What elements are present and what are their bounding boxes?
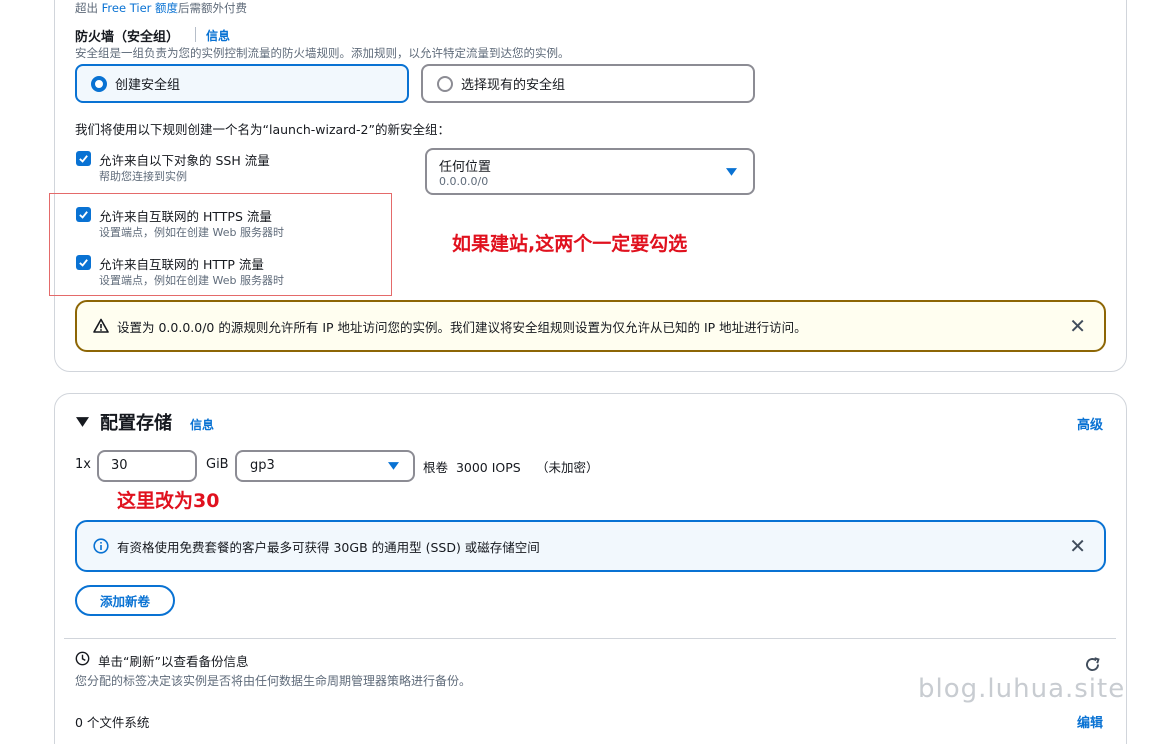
info-alert-text: 有资格使用免费套餐的客户最多可获得 30GB 的通用型 (SSD) 或磁存储空间 xyxy=(117,539,540,555)
close-icon[interactable]: ✕ xyxy=(1069,536,1086,556)
storage-info-link[interactable]: 信息 xyxy=(190,416,214,433)
file-systems-text: 0 个文件系统 xyxy=(75,715,150,730)
encryption-text: （未加密） xyxy=(536,460,599,475)
close-icon[interactable]: ✕ xyxy=(1069,316,1086,336)
collapse-caret-icon[interactable] xyxy=(76,417,89,428)
refresh-icon[interactable] xyxy=(1084,656,1101,673)
checkmark-icon xyxy=(79,155,88,163)
volume-type-value: gp3 xyxy=(250,458,275,473)
watermark: blog.luhua.site xyxy=(918,674,1126,704)
volume-size-value: 30 xyxy=(111,458,128,473)
storage-divider xyxy=(64,638,1116,639)
edit-link[interactable]: 编辑 xyxy=(1077,712,1103,731)
create-security-group-option[interactable]: 创建安全组 xyxy=(75,64,409,103)
warning-icon xyxy=(93,318,109,333)
https-rule-description: 设置端点，例如在创建 Web 服务器时 xyxy=(99,226,284,239)
backup-description: 您分配的标签决定该实例是否将由任何数据生命周期管理器策略进行备份。 xyxy=(75,674,472,688)
radio-selected-icon xyxy=(91,75,107,92)
ssh-rule-description: 帮助您连接到实例 xyxy=(99,170,187,183)
select-existing-security-group-label: 选择现有的安全组 xyxy=(461,78,566,93)
create-security-group-label: 创建安全组 xyxy=(115,78,181,93)
annotation-size-text: 这里改为30 xyxy=(117,490,220,512)
backup-title: 单击“刷新”以查看备份信息 xyxy=(98,654,249,669)
root-volume-text: 根卷 3000 IOPS xyxy=(423,460,521,475)
http-rule-label: 允许来自互联网的 HTTP 流量 xyxy=(99,257,264,272)
storage-title: 配置存储 xyxy=(100,413,172,434)
firewall-description: 安全组是一组负责为您的实例控制流量的防火墙规则。添加规则，以允许特定流量到达您的… xyxy=(75,46,570,60)
firewall-title-divider xyxy=(195,27,196,42)
ssh-source-select[interactable]: 任何位置 0.0.0.0/0 xyxy=(425,148,755,195)
clock-icon xyxy=(75,651,90,666)
checkmark-icon xyxy=(79,211,88,219)
http-rule-checkbox[interactable] xyxy=(76,255,91,270)
ssh-rule-checkbox[interactable] xyxy=(76,151,91,166)
select-existing-security-group-option[interactable]: 选择现有的安全组 xyxy=(421,64,755,103)
caret-down-icon xyxy=(726,168,737,176)
free-tier-note: 超出 Free Tier 额度后需额外付费 xyxy=(75,1,248,15)
annotation-web-text: 如果建站,这两个一定要勾选 xyxy=(452,233,688,255)
https-rule-checkbox[interactable] xyxy=(76,207,91,222)
add-volume-label: 添加新卷 xyxy=(99,594,150,609)
add-volume-button[interactable]: 添加新卷 xyxy=(75,585,175,616)
radio-unselected-icon xyxy=(437,75,453,92)
warning-alert: 设置为 0.0.0.0/0 的源规则允许所有 IP 地址访问您的实例。我们建议将… xyxy=(75,300,1106,352)
firewall-info-link[interactable]: 信息 xyxy=(206,27,230,44)
warning-text: 设置为 0.0.0.0/0 的源规则允许所有 IP 地址访问您的实例。我们建议将… xyxy=(117,319,807,335)
rules-intro: 我们将使用以下规则创建一个名为“launch-wizard-2”的新安全组： xyxy=(75,122,450,137)
ssh-rule-label: 允许来自以下对象的 SSH 流量 xyxy=(99,153,270,168)
http-rule-description: 设置端点，例如在创建 Web 服务器时 xyxy=(99,274,284,287)
volume-count: 1x xyxy=(75,457,91,472)
volume-type-select[interactable]: gp3 xyxy=(235,450,415,482)
volume-size-input[interactable]: 30 xyxy=(97,450,197,482)
caret-down-icon xyxy=(388,462,399,470)
info-icon xyxy=(93,538,109,554)
advanced-link[interactable]: 高级 xyxy=(1077,414,1103,433)
info-alert: 有资格使用免费套餐的客户最多可获得 30GB 的通用型 (SSD) 或磁存储空间… xyxy=(75,520,1106,572)
https-rule-label: 允许来自互联网的 HTTPS 流量 xyxy=(99,209,272,224)
ssh-source-value: 任何位置 xyxy=(439,160,492,175)
ssh-source-cidr: 0.0.0.0/0 xyxy=(439,175,489,188)
free-tier-link[interactable]: Free Tier xyxy=(102,1,152,15)
checkmark-icon xyxy=(79,259,88,267)
volume-unit: GiB xyxy=(206,457,229,472)
firewall-title: 防火墙（安全组） xyxy=(75,30,180,45)
